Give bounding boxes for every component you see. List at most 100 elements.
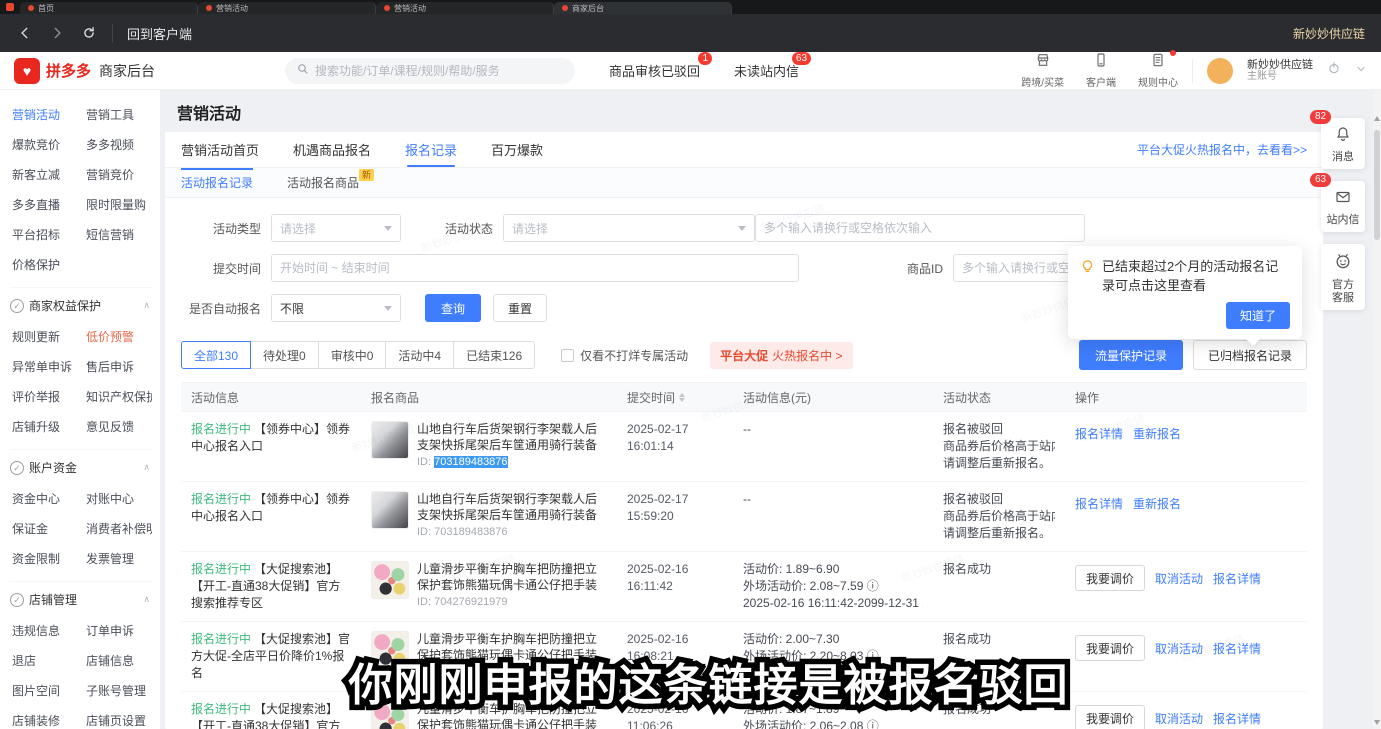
sidebar-item[interactable]: 店铺信息 [86, 652, 152, 669]
operation-link[interactable]: 报名详情 [1075, 425, 1123, 442]
global-search-input[interactable]: 搜索功能/订单/课程/规则/帮助/服务 [285, 58, 575, 84]
sidebar-item[interactable]: 消费者补偿明细 [86, 520, 152, 537]
reset-button[interactable]: 重置 [493, 294, 547, 322]
address-text[interactable]: 回到客户端 [127, 24, 192, 43]
browser-profile[interactable]: 新妙妙供应链 [1293, 25, 1365, 42]
sidebar-section-header[interactable]: ✓账户资金∧ [10, 449, 152, 482]
subtab[interactable]: 活动报名记录 [181, 168, 253, 197]
sidebar-item[interactable]: 价格保护 [12, 256, 80, 273]
tab-3[interactable]: 报名记录 [405, 132, 457, 167]
sidebar-item[interactable]: 资金限制 [12, 550, 80, 567]
auto-signup-select[interactable]: 不限 [271, 294, 401, 322]
status-chip[interactable]: 审核中0 [318, 341, 387, 369]
submit-time-range-input[interactable] [271, 254, 799, 282]
adjust-price-button[interactable]: 我要调价 [1075, 565, 1145, 591]
chevron-down-icon[interactable] [1355, 62, 1367, 80]
logo-text[interactable]: 拼多多 [46, 60, 91, 81]
sidebar-item[interactable]: 意见反馈 [86, 418, 152, 435]
page-scrollbar[interactable] [1373, 90, 1381, 729]
rail-消息[interactable]: 消息82 [1321, 118, 1365, 169]
account-info[interactable]: 新妙妙供应链 主账号 [1247, 59, 1313, 83]
sidebar-item[interactable]: 子账号管理 [86, 682, 152, 699]
browser-tab[interactable]: 首页 [20, 2, 198, 14]
back-icon[interactable] [16, 24, 34, 42]
sidebar-item[interactable]: 多多直播 [12, 196, 80, 213]
operation-link[interactable]: 报名详情 [1213, 640, 1261, 657]
tooltip-ok-button[interactable]: 知道了 [1226, 302, 1290, 329]
sidebar-item[interactable]: 异常单申诉 [12, 358, 80, 375]
sidebar-item[interactable]: 多多视频 [86, 136, 152, 153]
activity-type-select[interactable]: 请选择 [271, 214, 401, 242]
operation-link[interactable]: 取消活动 [1155, 570, 1203, 587]
operation-link[interactable]: 报名详情 [1213, 710, 1261, 727]
operation-link[interactable]: 报名详情 [1075, 495, 1123, 512]
logout-icon[interactable] [1327, 61, 1341, 80]
sidebar-item[interactable]: 营销工具 [86, 106, 152, 123]
sidebar-item[interactable]: 店铺页设置 [86, 712, 152, 729]
sidebar-item[interactable]: 短信营销 [86, 226, 152, 243]
operation-link[interactable]: 重新报名 [1133, 495, 1181, 512]
sidebar-item[interactable]: 退店 [12, 652, 80, 669]
adjust-price-button[interactable]: 我要调价 [1075, 705, 1145, 729]
sidebar-item[interactable]: 平台招标 [12, 226, 80, 243]
activity-id-input[interactable] [755, 214, 1085, 242]
traffic-protection-button[interactable]: 流量保护记录 [1079, 340, 1183, 370]
sidebar-item[interactable]: 爆款竞价 [12, 136, 80, 153]
operation-link[interactable]: 重新报名 [1133, 425, 1181, 442]
audit-rejected-link[interactable]: 商品审核已驳回 1 [609, 61, 700, 80]
unread-mail-link[interactable]: 未读站内信 63 [734, 61, 799, 80]
forward-icon[interactable] [48, 24, 66, 42]
sidebar-item[interactable]: 限时限量购 [86, 196, 152, 213]
browser-tab[interactable]: 营销活动 [198, 2, 376, 14]
sidebar-item[interactable]: 图片空间 [12, 682, 80, 699]
sidebar-item[interactable]: 营销活动 [12, 106, 80, 123]
exclusive-activity-checkbox[interactable] [561, 349, 574, 362]
sidebar-item[interactable]: 店铺装修 [12, 712, 80, 729]
quick-rules[interactable]: 规则中心 [1138, 52, 1178, 89]
avatar[interactable] [1207, 58, 1233, 84]
sidebar-item[interactable]: 营销竞价 [86, 166, 152, 183]
promo-link[interactable]: 平台大促火热报名中，去看看>> [1137, 141, 1307, 158]
scroll-down-icon[interactable] [1374, 720, 1380, 725]
sidebar-item[interactable]: 新客立减 [12, 166, 80, 183]
sidebar-item[interactable]: 店铺升级 [12, 418, 80, 435]
quick-phone[interactable]: 客户端 [1086, 52, 1116, 89]
operation-link[interactable]: 取消活动 [1155, 710, 1203, 727]
scrollbar-thumb[interactable] [1374, 130, 1380, 240]
status-chip[interactable]: 已结束126 [453, 341, 535, 369]
sidebar-item[interactable]: 违规信息 [12, 622, 80, 639]
browser-tab[interactable]: 营销活动 [376, 2, 554, 14]
scroll-up-icon[interactable] [1374, 116, 1380, 121]
sidebar-item[interactable]: 知识产权保护 [86, 388, 152, 405]
rail-官方客服[interactable]: 官方客服 [1321, 244, 1365, 310]
sidebar-item[interactable]: 售后申诉 [86, 358, 152, 375]
rail-站内信[interactable]: 站内信63 [1321, 181, 1365, 232]
tab-4[interactable]: 百万爆款 [491, 132, 543, 167]
sort-icon[interactable] [679, 393, 685, 402]
sidebar-item[interactable]: 评价举报 [12, 388, 80, 405]
tab-1[interactable]: 营销活动首页 [181, 132, 259, 167]
status-chip[interactable]: 全部130 [181, 341, 251, 369]
status-chip[interactable]: 活动中4 [385, 341, 454, 369]
browser-tab[interactable]: 商家后台 [554, 2, 732, 14]
sidebar-section-header[interactable]: ✓商家权益保护∧ [10, 287, 152, 320]
platform-promo-badge[interactable]: 平台大促火热报名中 > [710, 342, 852, 369]
sidebar-item[interactable]: 发票管理 [86, 550, 152, 567]
sidebar-item[interactable]: 订单申诉 [86, 622, 152, 639]
sidebar-section-header[interactable]: ✓店铺管理∧ [10, 581, 152, 614]
sidebar-item[interactable]: 低价预警 [86, 328, 152, 345]
tab-2[interactable]: 机遇商品报名 [293, 132, 371, 167]
activity-status-select[interactable]: 请选择 [503, 214, 755, 242]
subtab[interactable]: 活动报名商品新 [287, 168, 359, 197]
sidebar-item[interactable]: 资金中心 [12, 490, 80, 507]
sidebar-item[interactable]: 保证金 [12, 520, 80, 537]
pinduoduo-logo-icon[interactable]: ♥ [14, 58, 40, 84]
status-chip[interactable]: 待处理0 [250, 341, 319, 369]
operation-link[interactable]: 取消活动 [1155, 640, 1203, 657]
archived-records-button[interactable]: 已归档报名记录 [1193, 340, 1307, 370]
quick-store[interactable]: 跨境/买菜 [1021, 52, 1064, 89]
refresh-icon[interactable] [80, 24, 98, 42]
query-button[interactable]: 查询 [425, 294, 481, 322]
operation-link[interactable]: 报名详情 [1213, 570, 1261, 587]
sidebar-item[interactable]: 对账中心 [86, 490, 152, 507]
